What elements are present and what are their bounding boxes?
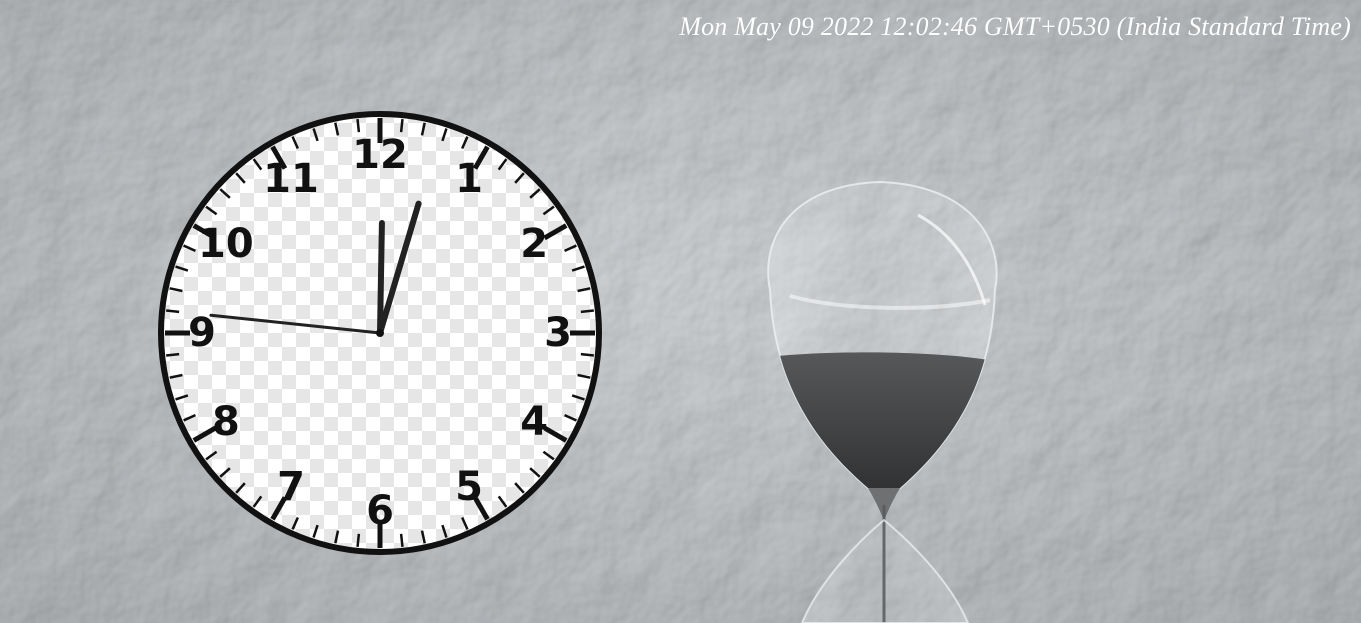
datetime-display: Mon May 09 2022 12:02:46 GMT+0530 (India…	[679, 12, 1351, 41]
numeral-1: 1	[455, 156, 483, 202]
analog-clock: 12 12 3 45 6 78 9 1011	[158, 111, 602, 555]
clock-center-pin	[376, 329, 384, 337]
numeral-5: 5	[455, 464, 483, 510]
minute-tick	[399, 119, 404, 133]
minute-tick	[580, 309, 594, 314]
minute-tick	[580, 352, 594, 357]
numeral-3: 3	[544, 310, 572, 356]
minute-tick	[356, 533, 361, 547]
minute-tick	[166, 352, 180, 357]
numeral-7: 7	[277, 464, 305, 510]
minute-tick	[399, 533, 404, 547]
numeral-9: 9	[188, 310, 216, 356]
numeral-11: 11	[263, 156, 319, 202]
numeral-6: 6	[366, 488, 394, 534]
numeral-12: 12	[352, 132, 408, 178]
numeral-4: 4	[520, 399, 548, 445]
numeral-10: 10	[198, 221, 254, 267]
numeral-8: 8	[212, 399, 240, 445]
minute-tick	[356, 119, 361, 133]
minute-tick	[166, 309, 180, 314]
hour-hand	[377, 220, 385, 336]
numeral-2: 2	[520, 221, 548, 267]
